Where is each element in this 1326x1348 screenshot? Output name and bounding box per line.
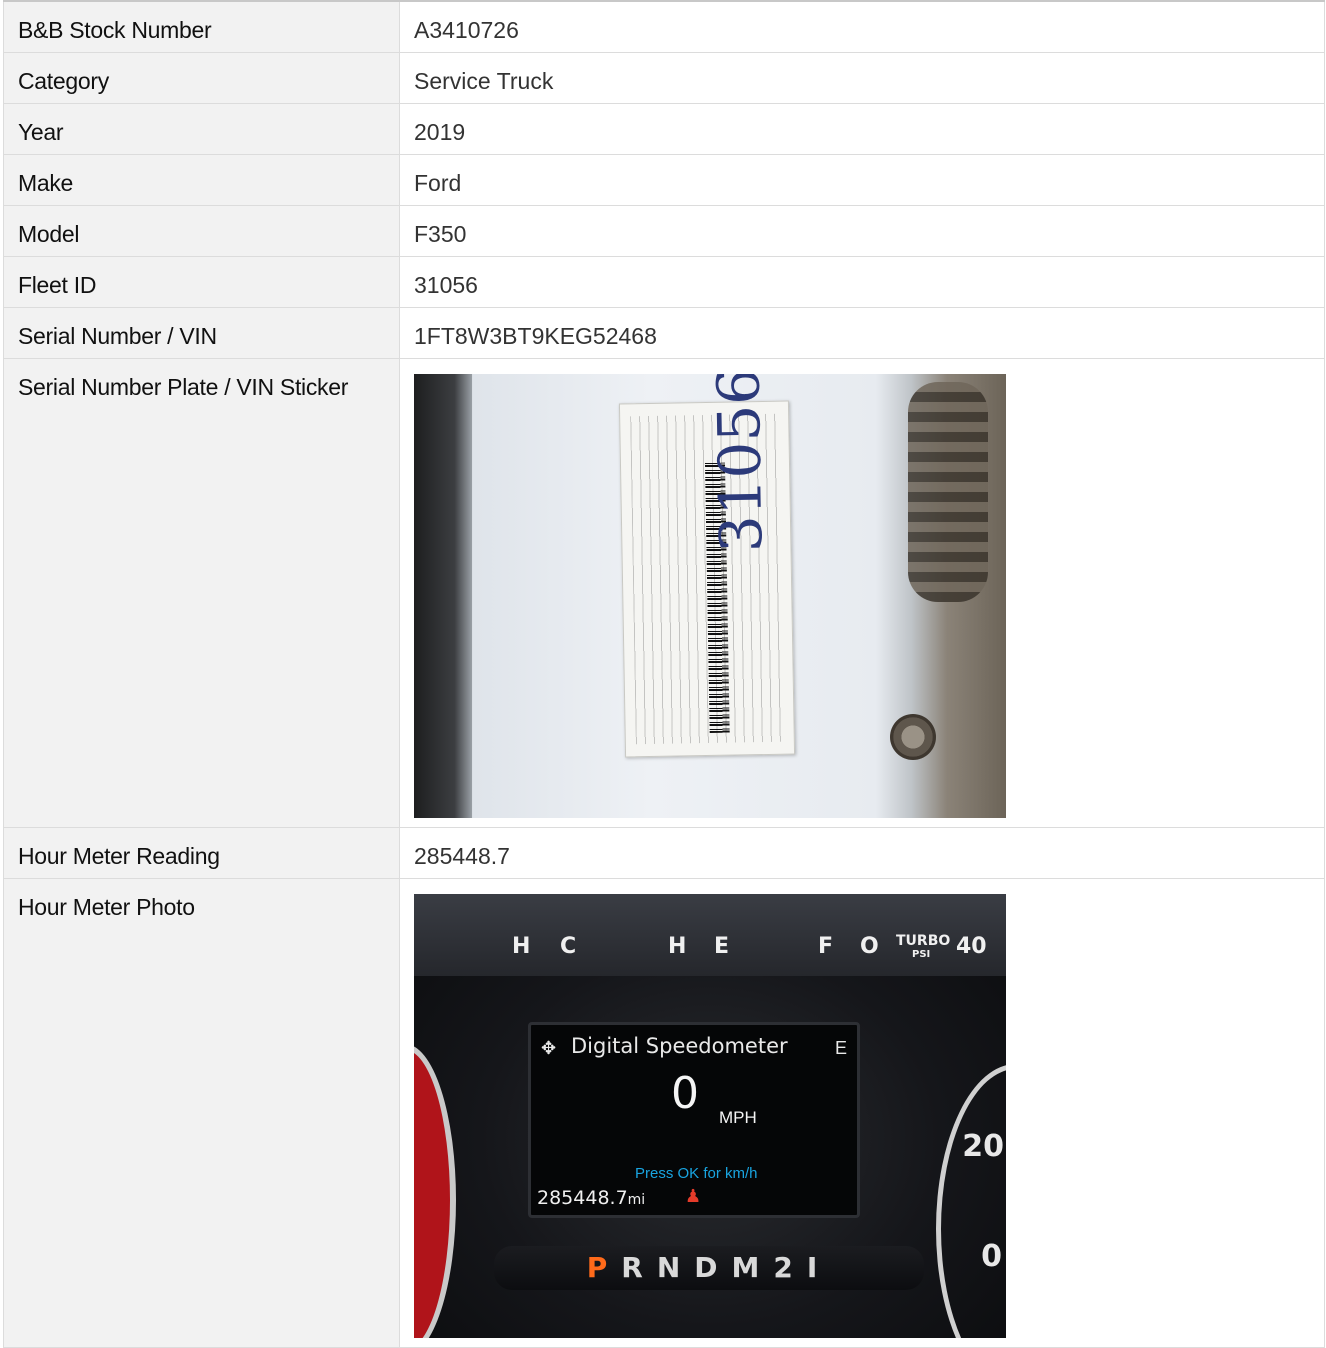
hinge-bolt <box>890 714 936 760</box>
speed-unit: MPH <box>719 1108 757 1127</box>
dial-number: 0 <box>981 1239 1002 1274</box>
door-hinge <box>908 382 988 602</box>
table-row: Serial Number Plate / VIN Sticker 31056 <box>3 358 1325 828</box>
table-row: Make Ford <box>3 154 1325 206</box>
tachometer-dial <box>414 1044 456 1338</box>
speedometer-dial <box>936 1064 1006 1338</box>
dial-number: 20 <box>962 1129 1004 1164</box>
row-value: Ford <box>399 154 1325 206</box>
gauge-strip: H C H E F O TURBO PSI 40 <box>414 894 1006 976</box>
table-row: B&B Stock Number A3410726 <box>3 0 1325 53</box>
row-value: 2019 <box>399 103 1325 155</box>
table-row: Category Service Truck <box>3 52 1325 104</box>
vin-sticker: 31056 <box>618 374 796 758</box>
navigation-arrows-icon: ✥ <box>541 1038 557 1058</box>
odometer-value: 285448.7 <box>537 1187 628 1209</box>
vin-sticker-cell: 31056 <box>399 358 1325 828</box>
gauge-label: C <box>560 934 577 959</box>
gauge-label: F <box>818 934 834 959</box>
row-value: Service Truck <box>399 52 1325 104</box>
row-value: 31056 <box>399 256 1325 308</box>
row-label: Year <box>3 103 400 155</box>
gauge-label: 40 <box>956 934 987 959</box>
row-label: Model <box>3 205 400 257</box>
gauge-label: H <box>512 934 531 959</box>
speed-value: 0 <box>671 1068 699 1119</box>
table-row: Year 2019 <box>3 103 1325 155</box>
hour-meter-value: 285448.7 <box>399 827 1325 879</box>
gear-indicator: PRNDM2I <box>494 1246 924 1290</box>
equipment-details-table: B&B Stock Number A3410726 Category Servi… <box>3 0 1325 1348</box>
row-label: Make <box>3 154 400 206</box>
table-row: Hour Meter Reading 285448.7 <box>3 827 1325 879</box>
hour-meter-photo-label: Hour Meter Photo <box>3 878 400 1348</box>
table-row: Hour Meter Photo H C H E F O TURBO PSI 4… <box>3 878 1325 1348</box>
gauge-label: E <box>714 934 730 959</box>
row-label: Category <box>3 52 400 104</box>
handwritten-fleet-id: 31056 <box>704 374 776 553</box>
vin-sticker-label: Serial Number Plate / VIN Sticker <box>3 358 400 828</box>
gear-park: P <box>586 1251 622 1284</box>
table-row: Model F350 <box>3 205 1325 257</box>
row-label: B&B Stock Number <box>3 0 400 53</box>
table-row: Serial Number / VIN 1FT8W3BT9KEG52468 <box>3 307 1325 359</box>
row-value: F350 <box>399 205 1325 257</box>
odometer-unit: mi <box>627 1192 646 1208</box>
gauge-label: H <box>668 934 687 959</box>
seatbelt-warning-icon: ♟ <box>685 1186 702 1206</box>
gear-others: RNDM2I <box>621 1251 832 1284</box>
table-row: Fleet ID 31056 <box>3 256 1325 308</box>
hour-meter-photo[interactable]: H C H E F O TURBO PSI 40 20 0 ✥ Digital … <box>414 894 1006 1338</box>
display-e: E <box>834 1038 847 1058</box>
gauge-label: O <box>860 934 879 959</box>
row-label: Serial Number / VIN <box>3 307 400 359</box>
odometer: 285448.7mi <box>537 1185 645 1213</box>
vin-sticker-photo[interactable]: 31056 <box>414 374 1006 818</box>
door-edge <box>414 374 472 818</box>
hour-meter-photo-cell: H C H E F O TURBO PSI 40 20 0 ✥ Digital … <box>399 878 1325 1348</box>
display-title: Digital Speedometer <box>571 1034 788 1058</box>
gauge-label: PSI <box>912 949 931 960</box>
row-label: Fleet ID <box>3 256 400 308</box>
row-value: A3410726 <box>399 0 1325 53</box>
cluster-display: ✥ Digital Speedometer E 0 MPH Press OK f… <box>528 1022 860 1218</box>
hour-meter-label: Hour Meter Reading <box>3 827 400 879</box>
row-value: 1FT8W3BT9KEG52468 <box>399 307 1325 359</box>
